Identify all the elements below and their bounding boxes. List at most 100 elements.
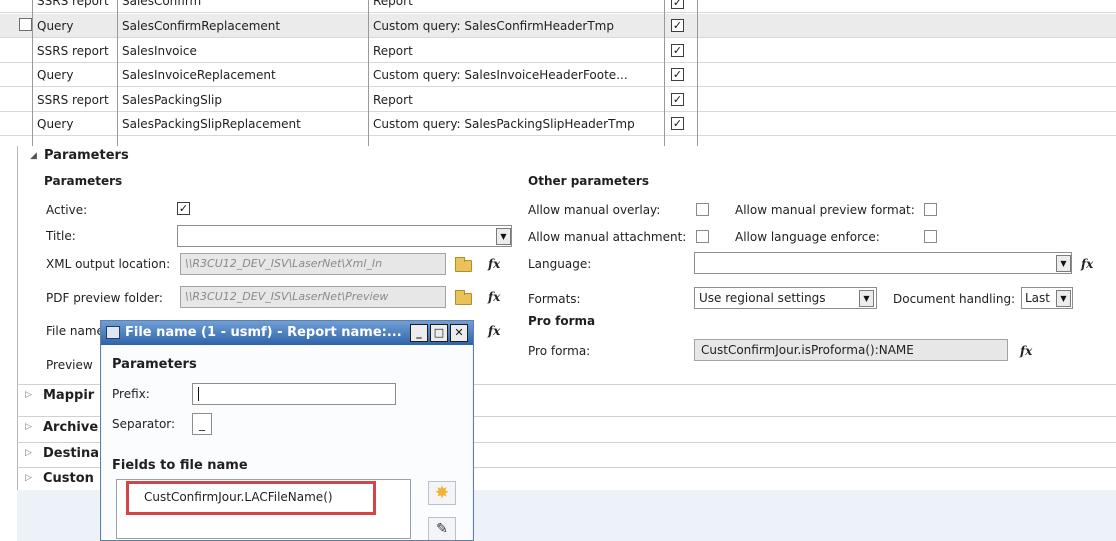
grid-cell-type: SSRS report: [37, 0, 109, 8]
active-label: Active:: [46, 203, 88, 217]
enabled-checkbox[interactable]: ✓: [671, 117, 684, 130]
dialog-body: Parameters Prefix: Separator: _ Fields t…: [102, 345, 472, 540]
xml-output-label: XML output location:: [46, 257, 171, 271]
grid-row[interactable]: Query SalesInvoiceReplacement Custom que…: [0, 63, 1116, 87]
section-title: Destina: [43, 446, 100, 461]
folder-icon[interactable]: [455, 290, 472, 305]
grid-cell-description: Custom query: SalesConfirmHeaderTmp: [373, 19, 614, 33]
formats-label: Formats:: [528, 292, 581, 306]
folder-icon[interactable]: [455, 257, 472, 272]
separator-input[interactable]: _: [192, 413, 212, 435]
pro-forma-field[interactable]: CustConfirmJour.isProforma():NAME: [694, 339, 1008, 361]
section-title: Mappir: [43, 388, 95, 403]
grid-cell-type: SSRS report: [37, 44, 109, 58]
list-item[interactable]: CustConfirmJour.LACFileName(): [144, 490, 333, 504]
grid-cell-type: SSRS report: [37, 93, 109, 107]
allow-manual-attachment-label: Allow manual attachment:: [528, 230, 687, 244]
fields-title: Fields to file name: [112, 458, 248, 473]
column-divider: [368, 0, 369, 146]
grid-row[interactable]: SSRS report SalesInvoice Report ✓: [0, 39, 1116, 63]
grid-cell-name: SalesPackingSlip: [122, 93, 222, 107]
column-divider: [697, 0, 698, 146]
grid-cell-type: Query: [37, 117, 74, 131]
pdf-preview-label: PDF preview folder:: [46, 291, 163, 305]
edit-field-button[interactable]: ✎: [428, 517, 456, 540]
group-title-parameters: Parameters: [44, 174, 123, 188]
grid-cell-name: SalesInvoiceReplacement: [122, 68, 276, 82]
fx-icon[interactable]: fx: [488, 290, 500, 304]
add-field-button[interactable]: ✸: [428, 481, 456, 505]
chevron-down-icon[interactable]: ▼: [1056, 255, 1071, 272]
fx-icon[interactable]: fx: [1081, 257, 1093, 271]
fields-list[interactable]: CustConfirmJour.LACFileName(): [116, 479, 411, 539]
fx-icon[interactable]: fx: [1020, 344, 1032, 358]
grid-cell-type: Query: [37, 68, 74, 82]
expand-triangle-icon[interactable]: ▷: [25, 448, 32, 458]
enabled-checkbox[interactable]: ✓: [671, 68, 684, 81]
section-title-parameters[interactable]: Parameters: [44, 148, 129, 163]
formats-dropdown[interactable]: Use regional settings: [694, 287, 877, 309]
grid-cell-description: Custom query: SalesInvoiceHeaderFoote...: [373, 68, 628, 82]
grid-cell-description: Custom query: SalesPackingSlipHeaderTmp: [373, 117, 635, 131]
minimize-icon[interactable]: _: [410, 324, 428, 342]
file-name-dialog: File name (1 - usmf) - Report name:... _…: [100, 320, 474, 541]
maximize-icon[interactable]: □: [430, 324, 448, 342]
grid-cell-name: SalesPackingSlipReplacement: [122, 117, 301, 131]
chevron-down-icon[interactable]: ▼: [1056, 290, 1071, 307]
grid-row[interactable]: SSRS report SalesPackingSlip Report ✓: [0, 88, 1116, 112]
row-selector[interactable]: [19, 18, 32, 31]
allow-language-enforce-label: Allow language enforce:: [735, 230, 880, 244]
pro-forma-title: Pro forma: [528, 314, 596, 328]
enabled-checkbox[interactable]: ✓: [671, 44, 684, 57]
allow-language-enforce-checkbox[interactable]: [924, 230, 937, 243]
grid-cell-description: Report: [373, 44, 413, 58]
grid-cell-description: Report: [373, 93, 413, 107]
chevron-down-icon[interactable]: ▼: [496, 228, 511, 245]
allow-manual-preview-label: Allow manual preview format:: [735, 203, 915, 217]
pencil-icon: ✎: [436, 521, 448, 537]
pro-forma-label: Pro forma:: [528, 344, 591, 358]
expand-triangle-icon[interactable]: ▷: [25, 390, 32, 400]
pdf-preview-field[interactable]: \\R3CU12_DEV_ISV\LaserNet\Preview: [180, 286, 446, 308]
active-checkbox[interactable]: ✓: [177, 202, 190, 215]
enabled-checkbox[interactable]: ✓: [671, 0, 684, 9]
report-grid: SSRS report SalesConfirm Report ✓ Query …: [0, 0, 1116, 146]
prefix-input[interactable]: [192, 383, 396, 405]
column-divider: [117, 0, 118, 146]
grid-cell-name: SalesConfirm: [122, 0, 202, 8]
grid-row-selected[interactable]: Query SalesConfirmReplacement Custom que…: [0, 14, 1116, 38]
dialog-title: File name (1 - usmf) - Report name:...: [125, 325, 402, 340]
chevron-down-icon[interactable]: ▼: [859, 290, 874, 307]
section-title: Archive: [43, 420, 99, 435]
separator-label: Separator:: [112, 417, 176, 431]
fx-icon[interactable]: fx: [488, 257, 500, 271]
grid-cell-description: Report: [373, 0, 413, 8]
allow-manual-overlay-checkbox[interactable]: [696, 203, 709, 216]
grid-row[interactable]: SSRS report SalesConfirm Report ✓: [0, 0, 1116, 13]
dialog-params-title: Parameters: [112, 357, 197, 372]
grid-row[interactable]: Query SalesPackingSlipReplacement Custom…: [0, 112, 1116, 136]
allow-manual-preview-checkbox[interactable]: [924, 203, 937, 216]
file-name-label: File name: [46, 324, 104, 338]
collapse-triangle-icon[interactable]: ◢: [30, 151, 37, 161]
app-icon: [106, 326, 120, 339]
section-title: Custon: [43, 471, 94, 486]
text-cursor: [198, 387, 199, 401]
allow-manual-overlay-label: Allow manual overlay:: [528, 203, 661, 217]
xml-output-field[interactable]: \\R3CU12_DEV_ISV\LaserNet\Xml_In: [180, 253, 446, 275]
grid-cell-type: Query: [37, 19, 74, 33]
close-icon[interactable]: ✕: [450, 324, 468, 342]
column-divider: [32, 0, 33, 146]
expand-triangle-icon[interactable]: ▷: [25, 473, 32, 483]
language-dropdown[interactable]: [694, 252, 1072, 274]
prefix-label: Prefix:: [112, 387, 150, 401]
title-dropdown[interactable]: [177, 225, 512, 247]
enabled-checkbox[interactable]: ✓: [671, 93, 684, 106]
dialog-titlebar[interactable]: File name (1 - usmf) - Report name:... _…: [101, 321, 473, 345]
expand-triangle-icon[interactable]: ▷: [25, 422, 32, 432]
title-label: Title:: [46, 229, 76, 243]
allow-manual-attachment-checkbox[interactable]: [696, 230, 709, 243]
fx-icon[interactable]: fx: [488, 324, 500, 338]
group-title-other-parameters: Other parameters: [528, 174, 649, 188]
enabled-checkbox[interactable]: ✓: [671, 19, 684, 32]
